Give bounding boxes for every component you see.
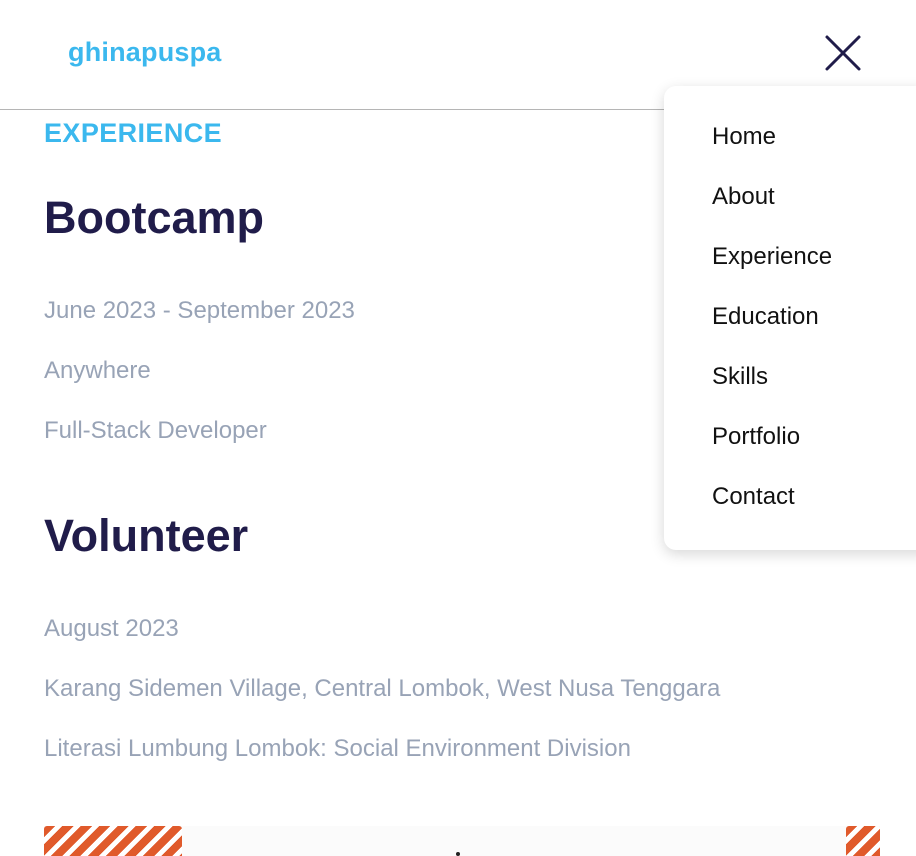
experience-title: Bootcamp	[44, 192, 265, 243]
experience-title: Volunteer	[44, 510, 249, 561]
menu-item-education[interactable]: Education	[712, 303, 819, 331]
menu-item-skills[interactable]: Skills	[712, 363, 768, 391]
section-label: EXPERIENCE	[44, 118, 223, 148]
menu-item-experience[interactable]: Experience	[712, 243, 832, 271]
experience-role: Full-Stack Developer	[44, 417, 267, 444]
experience-location: Karang Sidemen Village, Central Lombok, …	[44, 675, 721, 702]
image-detail	[456, 852, 460, 856]
nav-dropdown-menu: Home About Experience Education Skills P…	[664, 86, 916, 550]
experience-role: Literasi Lumbung Lombok: Social Environm…	[44, 735, 631, 762]
striped-decoration-right	[846, 826, 880, 856]
site-logo[interactable]: ghinapuspa	[68, 37, 222, 68]
menu-item-portfolio[interactable]: Portfolio	[712, 423, 800, 451]
striped-decoration-left	[44, 826, 182, 856]
menu-item-contact[interactable]: Contact	[712, 483, 795, 511]
experience-date: June 2023 - September 2023	[44, 297, 355, 324]
close-icon	[825, 35, 861, 71]
close-menu-button[interactable]	[822, 32, 864, 74]
experience-location: Anywhere	[44, 357, 151, 384]
portfolio-image-preview	[44, 826, 880, 856]
page: ghinapuspa EXPERIENCE Bootcamp June 2023…	[0, 0, 916, 856]
menu-item-about[interactable]: About	[712, 183, 775, 211]
menu-item-home[interactable]: Home	[712, 123, 776, 151]
experience-date: August 2023	[44, 615, 179, 642]
